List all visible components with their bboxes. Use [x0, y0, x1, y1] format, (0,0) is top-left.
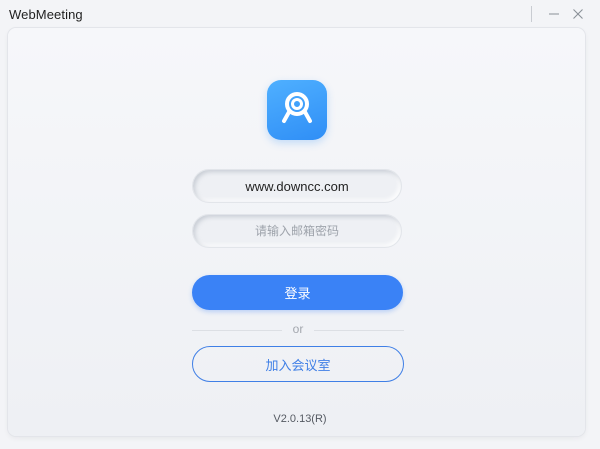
password-field[interactable]: [193, 215, 401, 247]
version-label: V2.0.13(R): [273, 413, 327, 425]
app-logo: [267, 80, 327, 140]
or-label: or: [292, 322, 304, 336]
divider-line-right: [314, 330, 404, 331]
login-button[interactable]: 登录: [192, 275, 403, 310]
or-divider: or: [192, 322, 404, 338]
email-field[interactable]: [193, 170, 401, 202]
title-bar: WebMeeting: [0, 0, 600, 28]
app-title: WebMeeting: [9, 7, 83, 22]
email-field-wrapper: [192, 169, 402, 203]
minimize-icon[interactable]: [545, 5, 563, 23]
webcam-icon: [277, 88, 317, 133]
password-field-wrapper: [192, 214, 402, 248]
close-icon[interactable]: [569, 5, 587, 23]
title-bar-separator: [531, 6, 532, 22]
join-meeting-button[interactable]: 加入会议室: [192, 346, 404, 382]
